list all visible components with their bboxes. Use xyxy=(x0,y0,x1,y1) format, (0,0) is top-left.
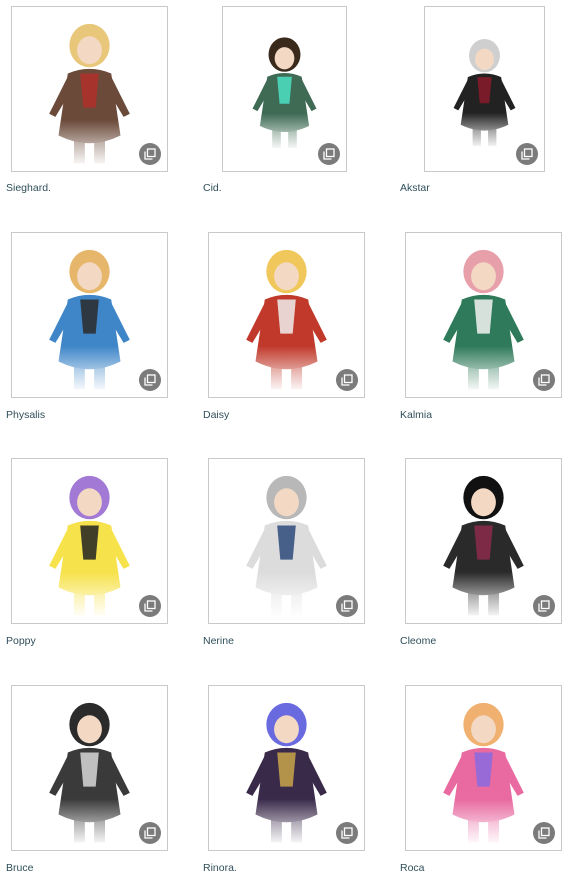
expand-icon xyxy=(341,827,353,839)
character-name[interactable]: Akstar xyxy=(400,182,430,194)
character-thumbnail[interactable] xyxy=(11,232,168,398)
character-thumbnail[interactable] xyxy=(11,458,168,624)
character-name[interactable]: Poppy xyxy=(6,635,36,647)
character-thumbnail[interactable] xyxy=(208,458,365,624)
expand-icon xyxy=(538,374,550,386)
character-name[interactable]: Kalmia xyxy=(400,409,432,421)
expand-button[interactable] xyxy=(139,143,161,165)
expand-button[interactable] xyxy=(336,822,358,844)
expand-icon xyxy=(538,600,550,612)
character-thumbnail[interactable] xyxy=(405,232,562,398)
expand-button[interactable] xyxy=(318,143,340,165)
expand-button[interactable] xyxy=(139,595,161,617)
expand-icon xyxy=(144,148,156,160)
expand-button[interactable] xyxy=(516,143,538,165)
expand-icon xyxy=(538,827,550,839)
character-name[interactable]: Roca xyxy=(400,862,425,874)
expand-icon xyxy=(341,600,353,612)
expand-icon xyxy=(341,374,353,386)
character-name[interactable]: Bruce xyxy=(6,862,33,874)
expand-button[interactable] xyxy=(139,822,161,844)
expand-icon xyxy=(323,148,335,160)
character-thumbnail[interactable] xyxy=(11,6,168,172)
expand-icon xyxy=(144,374,156,386)
character-thumbnail[interactable] xyxy=(208,232,365,398)
character-name[interactable]: Nerine xyxy=(203,635,234,647)
character-thumbnail[interactable] xyxy=(405,458,562,624)
character-name[interactable]: Daisy xyxy=(203,409,229,421)
character-thumbnail[interactable] xyxy=(405,685,562,851)
expand-button[interactable] xyxy=(139,369,161,391)
expand-button[interactable] xyxy=(533,369,555,391)
character-name[interactable]: Rinora. xyxy=(203,862,237,874)
expand-icon xyxy=(144,600,156,612)
expand-button[interactable] xyxy=(533,595,555,617)
expand-button[interactable] xyxy=(533,822,555,844)
expand-icon xyxy=(144,827,156,839)
character-thumbnail[interactable] xyxy=(11,685,168,851)
expand-icon xyxy=(521,148,533,160)
character-thumbnail[interactable] xyxy=(208,685,365,851)
character-name[interactable]: Sieghard. xyxy=(6,182,51,194)
character-name[interactable]: Cleome xyxy=(400,635,436,647)
character-thumbnail[interactable] xyxy=(424,6,545,172)
character-thumbnail[interactable] xyxy=(222,6,347,172)
expand-button[interactable] xyxy=(336,595,358,617)
character-name[interactable]: Cid. xyxy=(203,182,222,194)
character-name[interactable]: Physalis xyxy=(6,409,45,421)
expand-button[interactable] xyxy=(336,369,358,391)
